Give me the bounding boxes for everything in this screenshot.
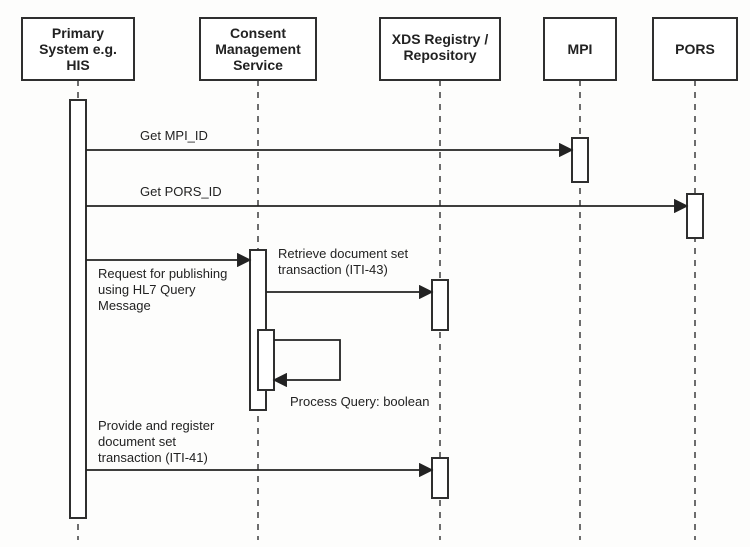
message-label: Provide and register bbox=[98, 418, 215, 433]
participant-label: Management bbox=[215, 41, 301, 57]
participant-mpi: MPI bbox=[544, 18, 616, 80]
message-label: document set bbox=[98, 434, 176, 449]
message-label: Retrieve document set bbox=[278, 246, 408, 261]
participant-label: PORS bbox=[675, 41, 715, 57]
participant-label: Repository bbox=[403, 47, 476, 63]
message-label: transaction (ITI-43) bbox=[278, 262, 388, 277]
participant-label: XDS Registry / bbox=[392, 31, 489, 47]
participant-consent: Consent Management Service bbox=[200, 18, 316, 80]
participant-label: MPI bbox=[568, 41, 593, 57]
participant-label: HIS bbox=[66, 57, 89, 73]
message-label: Message bbox=[98, 298, 151, 313]
message-label: Request for publishing bbox=[98, 266, 227, 281]
participant-label: System e.g. bbox=[39, 41, 117, 57]
activation-primary bbox=[70, 100, 86, 518]
message-label: using HL7 Query bbox=[98, 282, 196, 297]
participant-primary: Primary System e.g. HIS bbox=[22, 18, 134, 80]
participant-xds: XDS Registry / Repository bbox=[380, 18, 500, 80]
activation-xds-2 bbox=[432, 458, 448, 498]
activation-consent-self bbox=[258, 330, 274, 390]
participant-label: Consent bbox=[230, 25, 286, 41]
self-message-arrow bbox=[274, 340, 340, 380]
participant-label: Service bbox=[233, 57, 283, 73]
participant-label: Primary bbox=[52, 25, 104, 41]
message-label: transaction (ITI-41) bbox=[98, 450, 208, 465]
message-label: Get MPI_ID bbox=[140, 128, 208, 143]
participant-pors: PORS bbox=[653, 18, 737, 80]
message-label: Get PORS_ID bbox=[140, 184, 222, 199]
sequence-diagram: Primary System e.g. HIS Consent Manageme… bbox=[0, 0, 750, 547]
activation-mpi bbox=[572, 138, 588, 182]
activation-xds-1 bbox=[432, 280, 448, 330]
activation-pors bbox=[687, 194, 703, 238]
message-label: Process Query: boolean bbox=[290, 394, 429, 409]
